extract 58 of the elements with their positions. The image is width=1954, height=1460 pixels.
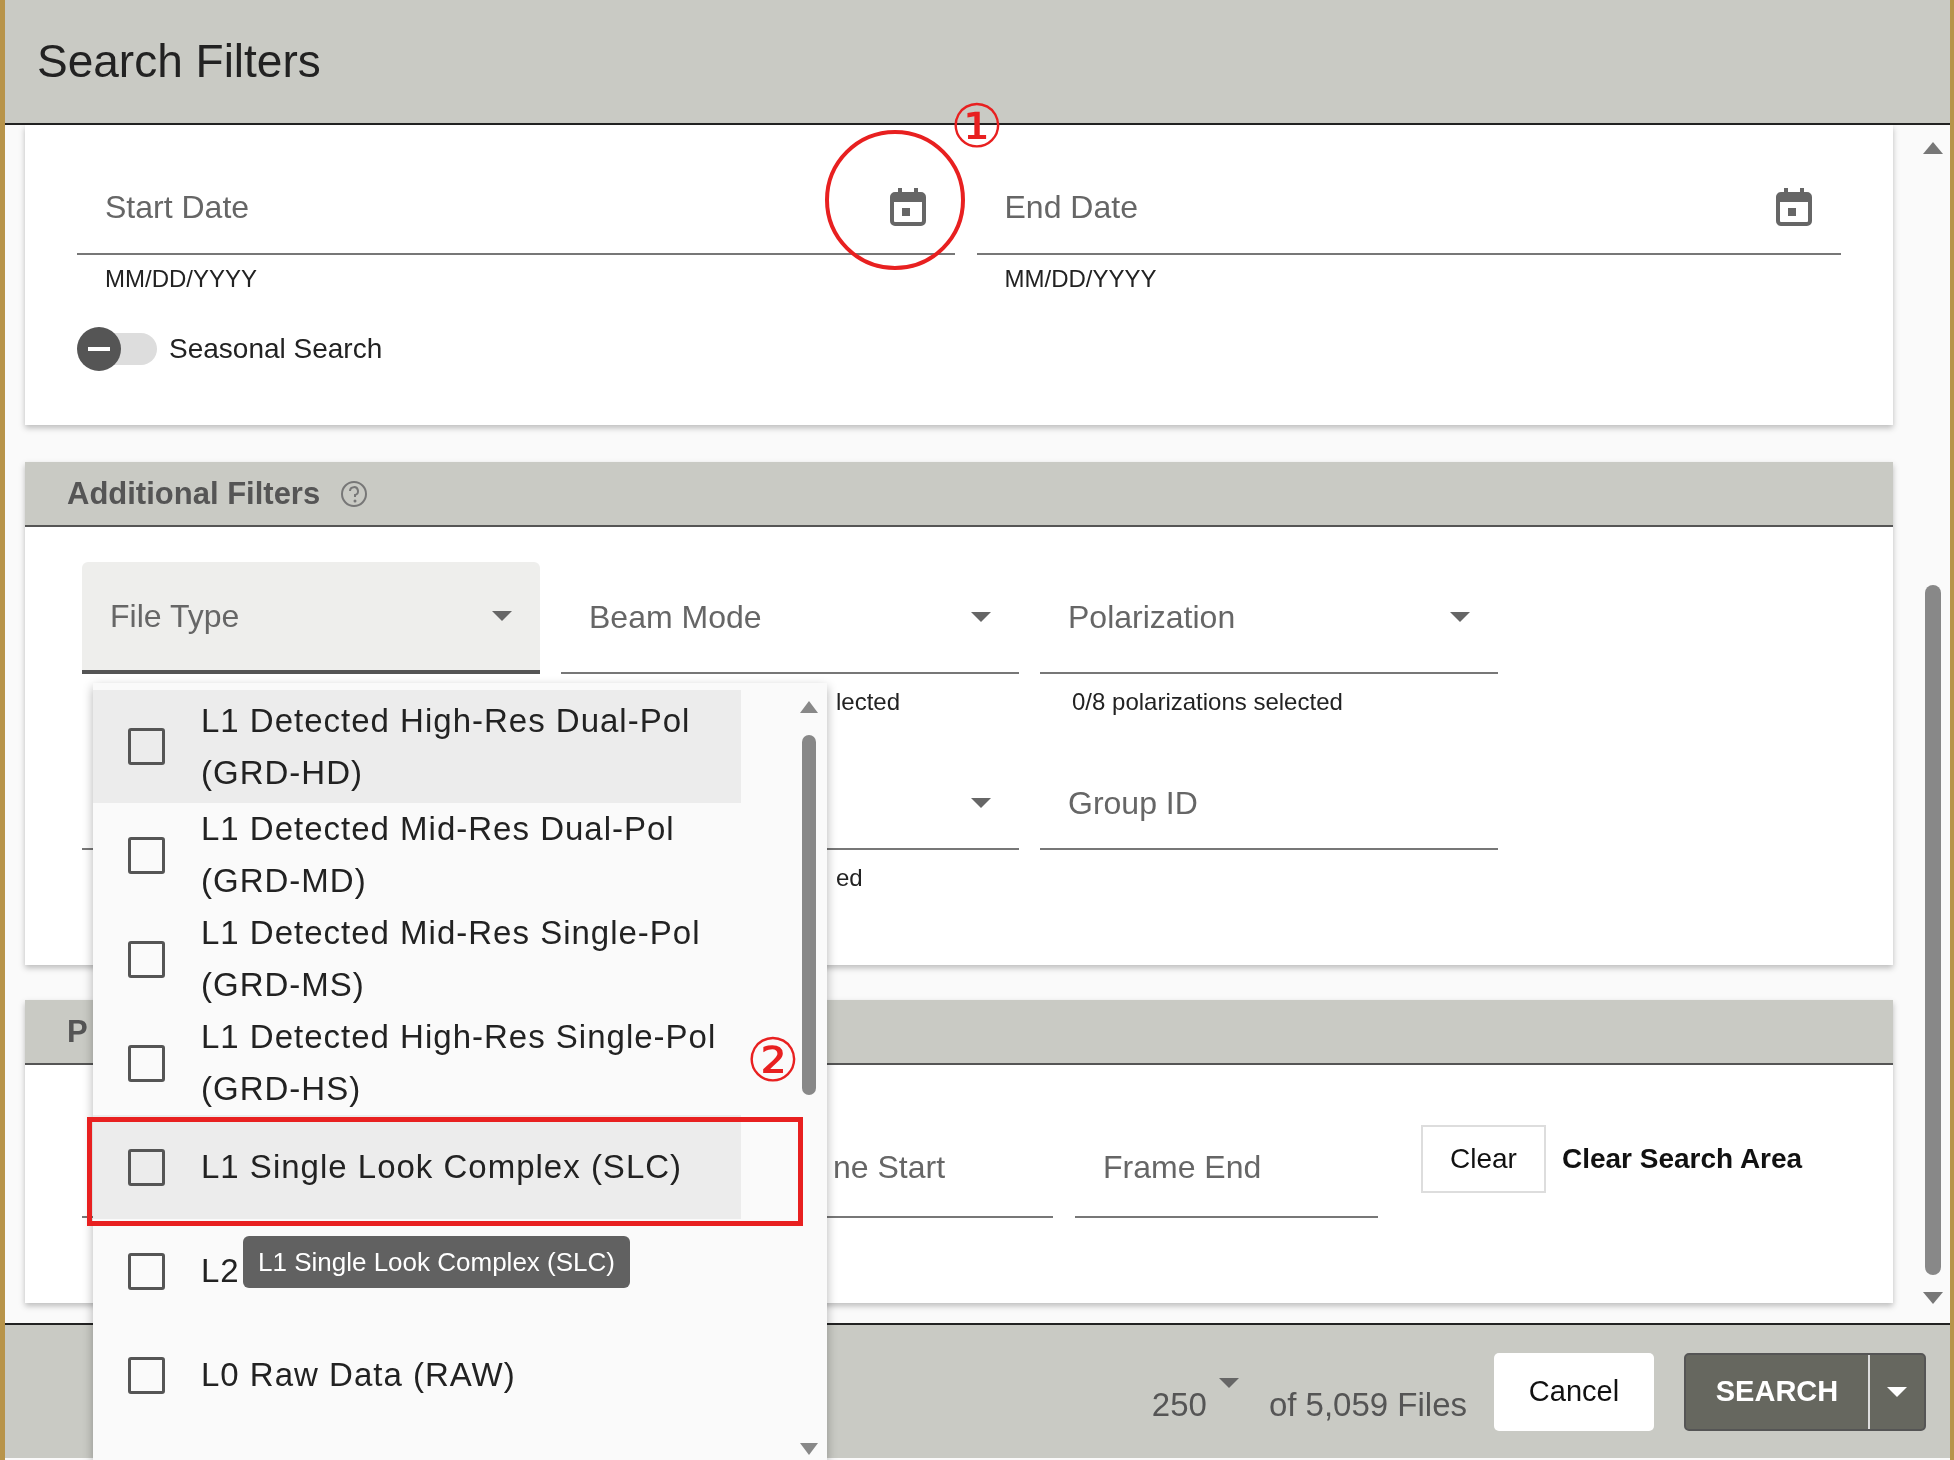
cancel-button[interactable]: Cancel xyxy=(1494,1352,1654,1431)
option-label: L1 Detected High-Res Dual-Pol (GRD-HD) xyxy=(201,701,691,791)
checkbox[interactable] xyxy=(128,1044,165,1082)
menu-item[interactable]: L1 Detected Mid-Res Dual-Pol (GRD-MD) xyxy=(93,803,741,907)
checkbox[interactable] xyxy=(128,940,165,978)
dropdown-field[interactable]: Polarization xyxy=(1040,562,1498,674)
file-count: of 5,059 Files xyxy=(1268,1385,1467,1424)
menu-item[interactable]: L1 Detected High-Res Single-Pol (GRD-HS) xyxy=(93,1011,741,1115)
annotation-number: ② xyxy=(746,1030,800,1090)
scroll-up-icon[interactable] xyxy=(800,699,818,715)
caret-icon xyxy=(971,798,991,808)
section-title: Additional Filters xyxy=(67,475,321,512)
menu-item[interactable]: L0 Raw Data (RAW) xyxy=(93,1323,741,1427)
option-label: L2 xyxy=(201,1252,240,1289)
scrollbar-thumb[interactable] xyxy=(1925,585,1941,1275)
clear-search-area-label: Clear Search Area xyxy=(1561,1143,1803,1175)
text-field[interactable]: Group ID xyxy=(1040,758,1498,850)
seasonal-search-toggle[interactable] xyxy=(77,327,159,371)
helper-text: ed xyxy=(836,864,863,892)
dialog-title: Search Filters xyxy=(36,34,322,89)
checkbox[interactable] xyxy=(128,1252,165,1290)
option-label: L1 Detected Mid-Res Dual-Pol (GRD-MD) xyxy=(201,810,675,899)
menu-item[interactable]: L1 Detected High-Res Dual-Pol (GRD-HD) xyxy=(93,690,741,803)
option-label: L1 Detected High-Res Single-Pol (GRD-HS) xyxy=(201,1018,717,1107)
menu-item[interactable]: L1 Detected Mid-Res Single-Pol (GRD-MS) xyxy=(93,907,741,1011)
clear-button[interactable]: Clear xyxy=(1421,1125,1546,1193)
calendar-icon[interactable] xyxy=(888,188,927,226)
section-title: P xyxy=(67,1013,88,1050)
checkbox[interactable] xyxy=(128,1148,165,1186)
checkbox[interactable] xyxy=(128,1356,165,1394)
page-size-select[interactable]: 250 xyxy=(1151,1385,1207,1424)
option-label: L1 Single Look Complex (SLC) xyxy=(201,1148,683,1185)
start-date-field[interactable]: Start Date xyxy=(77,125,955,255)
helper-text: 0/8 polarizations selected xyxy=(1072,688,1343,716)
helper-text: MM/DD/YYYY xyxy=(1003,264,1158,293)
helper-text: MM/DD/YYYY xyxy=(104,264,258,293)
caret-icon xyxy=(1887,1386,1907,1397)
checkbox[interactable] xyxy=(128,836,165,874)
scrollbar-thumb[interactable] xyxy=(802,735,816,1095)
scroll-down-icon[interactable] xyxy=(800,1441,818,1457)
dropdown-field[interactable]: Beam Mode xyxy=(561,562,1019,674)
caret-icon xyxy=(492,611,512,621)
tooltip: L1 Single Look Complex (SLC) xyxy=(243,1236,630,1288)
caret-icon xyxy=(1450,612,1470,622)
scroll-down-icon[interactable] xyxy=(1923,1290,1943,1306)
helper-text: lected xyxy=(836,688,901,716)
text-field[interactable]: Frame End xyxy=(1075,1125,1378,1218)
option-label: L0 Raw Data (RAW) xyxy=(201,1356,516,1393)
dropdown-field[interactable]: File Type xyxy=(82,562,540,674)
caret-icon xyxy=(1218,1377,1239,1388)
help-icon[interactable] xyxy=(340,479,369,508)
checkbox[interactable] xyxy=(128,728,165,765)
calendar-icon[interactable] xyxy=(1775,188,1813,226)
option-label: L1 Detected Mid-Res Single-Pol (GRD-MS) xyxy=(201,914,701,1003)
menu-item[interactable]: L1 Single Look Complex (SLC) xyxy=(93,1115,741,1219)
scroll-up-icon[interactable] xyxy=(1923,140,1943,156)
toggle-label: Seasonal Search xyxy=(169,333,383,365)
caret-icon xyxy=(971,612,991,622)
